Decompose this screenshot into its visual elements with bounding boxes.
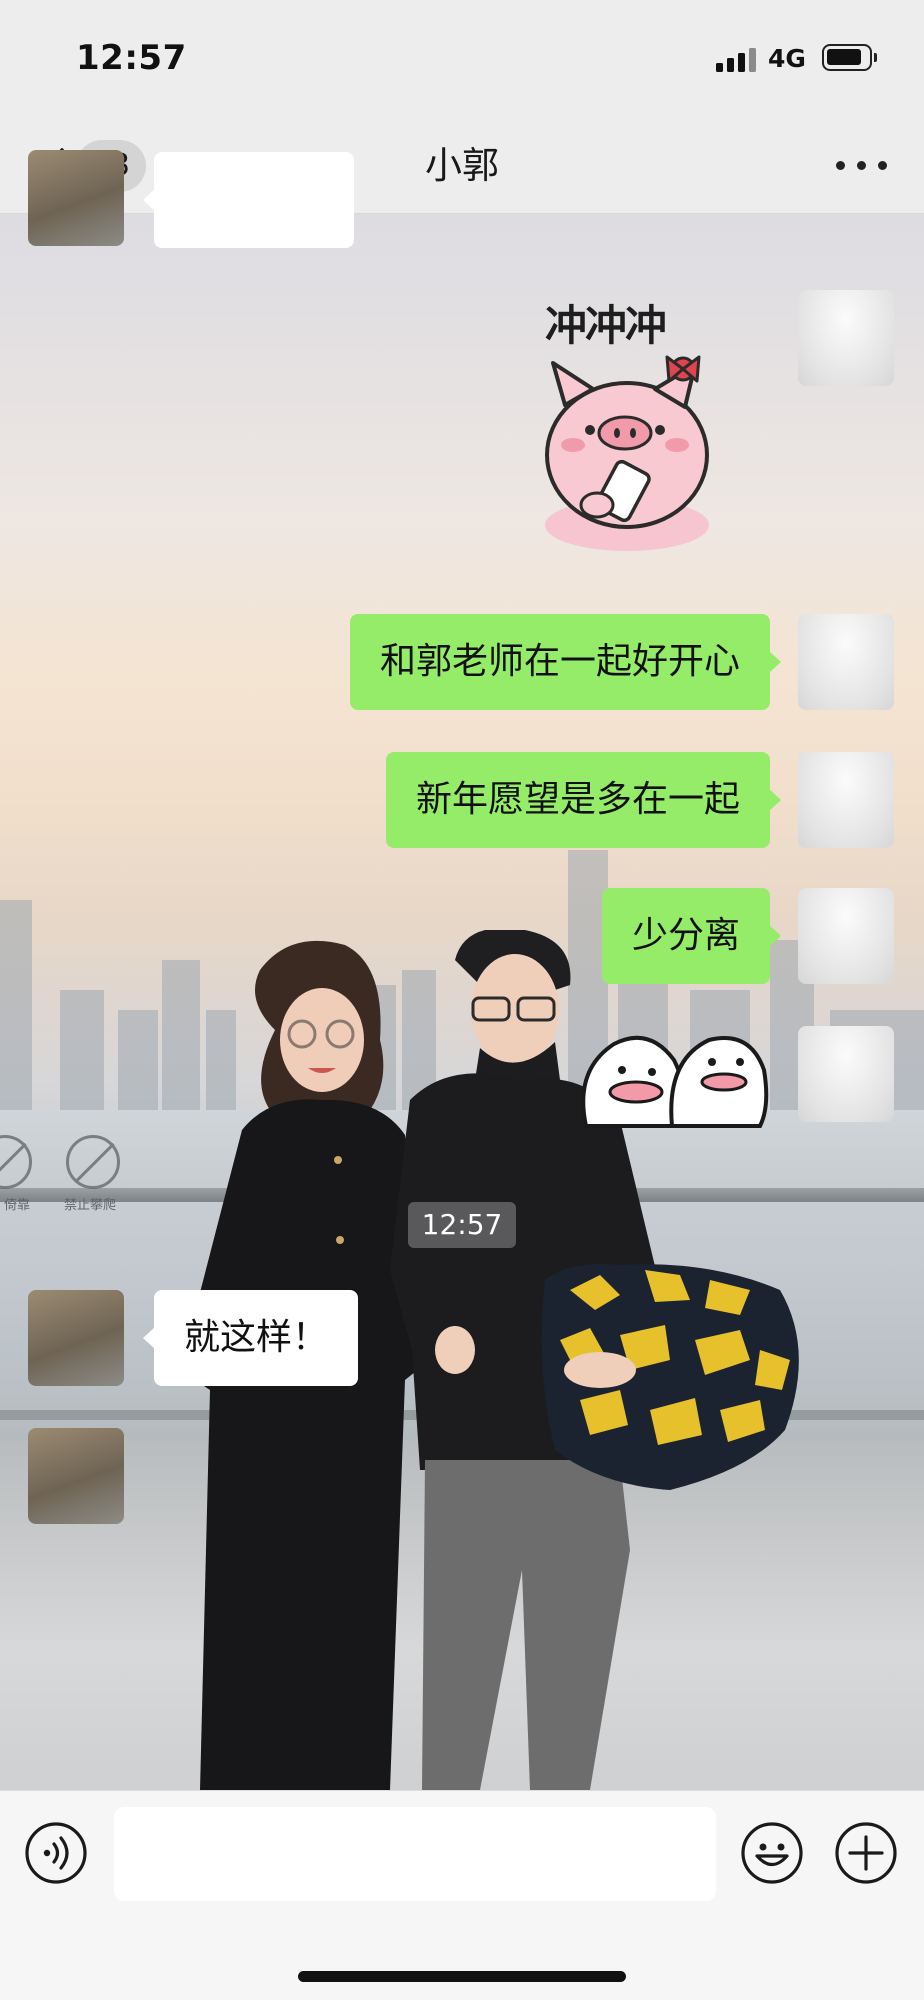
ghosts-sticker[interactable] xyxy=(574,1030,770,1130)
message-input[interactable] xyxy=(114,1807,716,1901)
signal-icon xyxy=(716,46,758,72)
plus-icon[interactable] xyxy=(834,1821,898,1885)
input-bar xyxy=(0,1790,924,2000)
network-type: 4G xyxy=(768,44,806,73)
my-avatar[interactable] xyxy=(798,614,894,710)
message-bubble-outgoing[interactable]: 少分离 xyxy=(601,888,782,984)
more-options-icon[interactable] xyxy=(832,146,892,186)
chat-header: 13 小郭 xyxy=(0,118,924,214)
message-bubble-outgoing[interactable]: 新年愿望是多在一起 xyxy=(385,752,782,848)
chat-title: 小郭 xyxy=(425,144,499,187)
chat-background: 倚靠 禁止攀爬 xyxy=(0,0,924,2000)
message-timestamp: 12:57 xyxy=(408,1202,516,1248)
message-bubble-outgoing[interactable]: 和郭老师在一起好开心 xyxy=(349,614,782,710)
message-bubble-incoming[interactable]: 就这样！ xyxy=(142,1290,359,1386)
no-climb-caption: 禁止攀爬 xyxy=(64,1198,117,1213)
emoji-icon[interactable] xyxy=(740,1821,804,1885)
contact-avatar[interactable] xyxy=(28,150,124,246)
pig-sticker[interactable] xyxy=(535,345,725,555)
contact-avatar[interactable] xyxy=(28,1290,124,1386)
my-avatar[interactable] xyxy=(798,752,894,848)
contact-avatar[interactable] xyxy=(28,1428,124,1524)
sticker-caption: 冲冲冲 xyxy=(545,301,667,350)
status-bar: 12:57 4G xyxy=(0,0,924,118)
message-bubble-incoming[interactable] xyxy=(143,152,354,248)
no-climb-sign-icon xyxy=(66,1135,120,1189)
no-lean-caption: 倚靠 xyxy=(4,1198,31,1213)
voice-icon[interactable] xyxy=(24,1821,88,1885)
my-avatar[interactable] xyxy=(798,888,894,984)
home-indicator xyxy=(298,1971,626,1982)
status-time: 12:57 xyxy=(76,38,187,78)
my-avatar[interactable] xyxy=(798,290,894,386)
battery-icon xyxy=(822,44,877,71)
my-avatar[interactable] xyxy=(798,1026,894,1122)
